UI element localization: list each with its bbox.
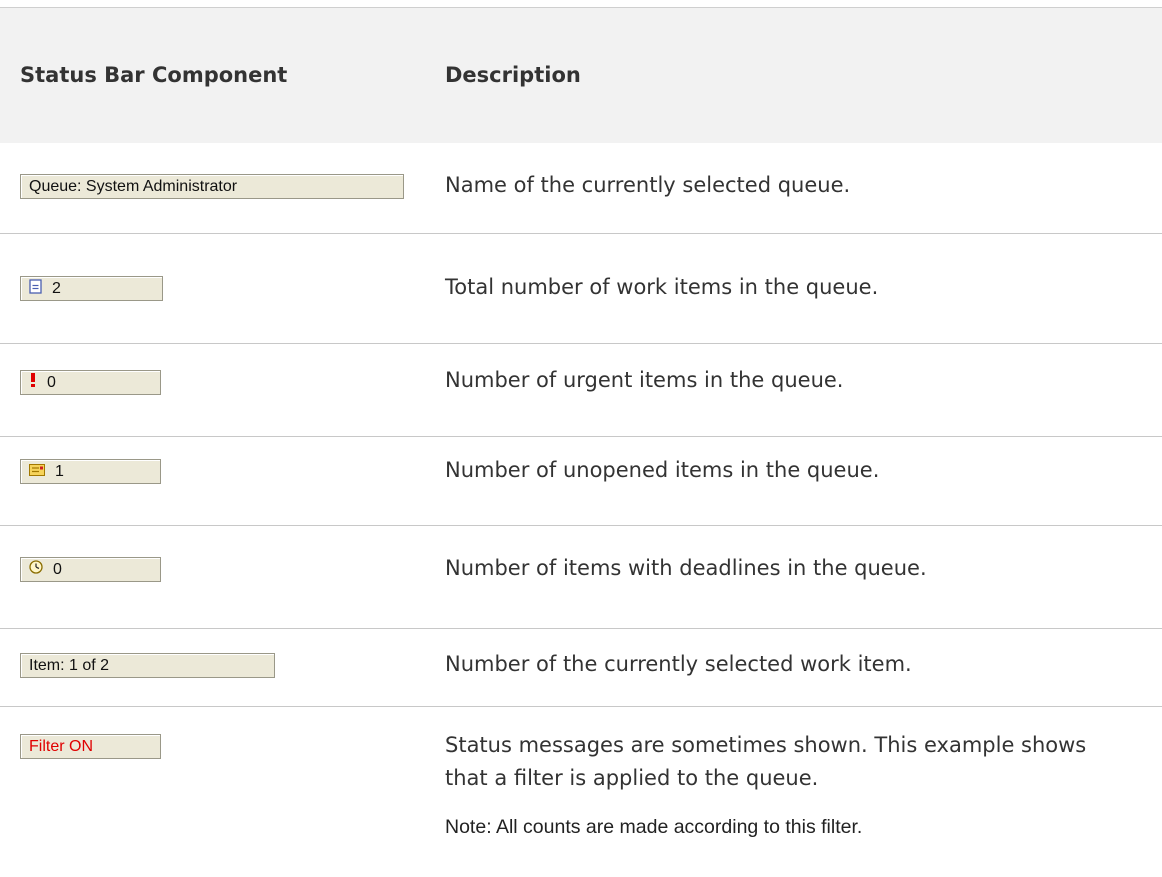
- current-item-text: Item: 1 of 2: [29, 656, 110, 674]
- table-row: 0 Number of urgent items in the queue.: [0, 344, 1162, 437]
- header-description: Description: [445, 63, 581, 87]
- table-row: Queue: System Administrator Name of the …: [0, 143, 1162, 234]
- total-items-panel: 2: [20, 276, 163, 301]
- description-text: Number of items with deadlines in the qu…: [445, 556, 927, 580]
- description-text: Number of urgent items in the queue.: [445, 368, 844, 392]
- description-cell: Number of items with deadlines in the qu…: [445, 552, 1145, 585]
- description-text: Status messages are sometimes shown. Thi…: [445, 733, 1087, 790]
- table-row: 1 Number of unopened items in the queue.: [0, 437, 1162, 526]
- document-icon: [29, 278, 42, 299]
- exclamation-icon: [29, 372, 37, 393]
- status-bar-components-table: Status Bar Component Description Queue: …: [0, 7, 1162, 877]
- current-item-panel: Item: 1 of 2: [20, 653, 275, 678]
- description-text: Total number of work items in the queue.: [445, 275, 879, 299]
- filter-status-panel: Filter ON: [20, 734, 161, 759]
- filter-note: Note: All counts are made according to t…: [445, 816, 863, 838]
- description-text: Number of unopened items in the queue.: [445, 458, 880, 482]
- description-cell: Number of urgent items in the queue.: [445, 364, 1145, 397]
- table-header-row: Status Bar Component Description: [0, 7, 1162, 143]
- description-text: Name of the currently selected queue.: [445, 173, 851, 197]
- description-cell: Number of unopened items in the queue.: [445, 454, 1145, 487]
- clock-icon: [29, 560, 43, 579]
- deadline-items-count: 0: [53, 560, 62, 578]
- queue-name-panel: Queue: System Administrator: [20, 174, 404, 199]
- description-text: Number of the currently selected work it…: [445, 652, 912, 676]
- envelope-icon: [29, 463, 45, 481]
- description-cell: Total number of work items in the queue.: [445, 271, 1145, 304]
- queue-name-text: Queue: System Administrator: [29, 177, 238, 195]
- description-cell: Status messages are sometimes shown. Thi…: [445, 729, 1135, 844]
- urgent-items-panel: 0: [20, 370, 161, 395]
- deadline-items-panel: 0: [20, 557, 161, 582]
- table-row: 2 Total number of work items in the queu…: [0, 234, 1162, 344]
- description-cell: Name of the currently selected queue.: [445, 169, 1145, 202]
- filter-status-text: Filter ON: [29, 737, 93, 755]
- description-cell: Number of the currently selected work it…: [445, 648, 1145, 681]
- table-row: Filter ON Status messages are sometimes …: [0, 707, 1162, 877]
- total-items-count: 2: [52, 279, 61, 297]
- table-row: 0 Number of items with deadlines in the …: [0, 526, 1162, 629]
- urgent-items-count: 0: [47, 373, 56, 391]
- unopened-items-panel: 1: [20, 459, 161, 484]
- unopened-items-count: 1: [55, 462, 64, 480]
- header-status-bar-component: Status Bar Component: [20, 63, 288, 87]
- table-row: Item: 1 of 2 Number of the currently sel…: [0, 629, 1162, 707]
